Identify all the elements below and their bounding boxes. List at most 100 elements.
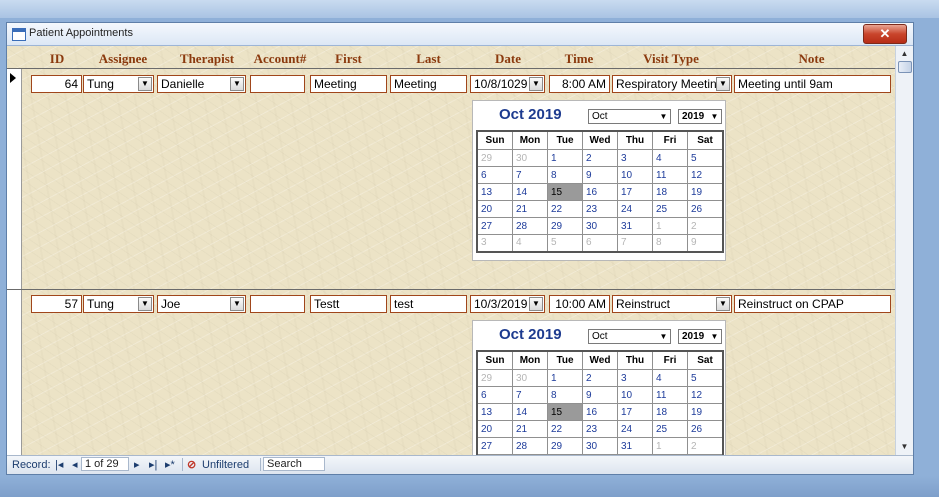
calendar-day[interactable]: 10	[617, 386, 653, 404]
calendar-day[interactable]: 8	[652, 234, 688, 253]
scroll-down-icon[interactable]: ▼	[897, 440, 912, 454]
calendar-day-highlighted[interactable]: 15	[547, 403, 583, 421]
time-field[interactable]: 8:00 AM	[549, 75, 610, 93]
calendar-day[interactable]: 30	[512, 369, 548, 387]
note-field[interactable]: Reinstruct on CPAP	[734, 295, 891, 313]
calendar-day[interactable]: 23	[582, 420, 618, 438]
last-name-field[interactable]: test	[390, 295, 467, 313]
calendar-day[interactable]: 6	[582, 234, 618, 253]
calendar-day[interactable]: 30	[582, 437, 618, 455]
calendar-day[interactable]: 17	[617, 403, 653, 421]
calendar-day[interactable]: 1	[547, 369, 583, 387]
calendar-month-select[interactable]: Oct ▼	[588, 329, 671, 344]
account-field[interactable]	[250, 295, 305, 313]
therapist-combo[interactable]: Danielle ▼	[157, 75, 246, 93]
chevron-down-icon[interactable]: ▼	[138, 77, 152, 91]
first-name-field[interactable]: Meeting	[310, 75, 387, 93]
calendar-day[interactable]: 4	[652, 149, 688, 167]
calendar-day[interactable]: 27	[476, 217, 513, 235]
calendar-day[interactable]: 14	[512, 183, 548, 201]
calendar-day[interactable]: 6	[476, 166, 513, 184]
calendar-day[interactable]: 4	[512, 234, 548, 253]
date-picker[interactable]: 10/3/2019 ▼	[470, 295, 545, 313]
calendar-day[interactable]: 7	[512, 166, 548, 184]
chevron-down-icon[interactable]: ▼	[658, 110, 669, 123]
chevron-down-icon[interactable]: ▼	[716, 297, 730, 311]
calendar-day[interactable]: 28	[512, 217, 548, 235]
calendar-day[interactable]: 26	[687, 200, 724, 218]
calendar-day[interactable]: 21	[512, 420, 548, 438]
calendar-day[interactable]: 5	[547, 234, 583, 253]
calendar-day[interactable]: 12	[687, 166, 724, 184]
chevron-down-icon[interactable]: ▼	[529, 77, 543, 91]
calendar-day[interactable]: 19	[687, 183, 724, 201]
vertical-scrollbar[interactable]: ▲ ▼	[895, 46, 913, 455]
calendar-year-select[interactable]: 2019 ▼	[678, 329, 722, 344]
chevron-down-icon[interactable]: ▼	[138, 297, 152, 311]
calendar-day[interactable]: 26	[687, 420, 724, 438]
search-input[interactable]: Search	[263, 457, 325, 471]
calendar-day[interactable]: 5	[687, 149, 724, 167]
record-selector-current[interactable]	[7, 69, 22, 312]
chevron-down-icon[interactable]: ▼	[529, 297, 543, 311]
first-record-icon[interactable]: |◂	[55, 458, 63, 472]
calendar-month-select[interactable]: Oct ▼	[588, 109, 671, 124]
chevron-down-icon[interactable]: ▼	[230, 297, 244, 311]
calendar-day[interactable]: 24	[617, 420, 653, 438]
calendar-day[interactable]: 8	[547, 386, 583, 404]
scroll-thumb[interactable]	[898, 61, 912, 73]
calendar-day[interactable]: 2	[687, 437, 724, 455]
calendar-day[interactable]: 1	[652, 217, 688, 235]
calendar-day[interactable]: 9	[582, 386, 618, 404]
visit-type-combo[interactable]: Respiratory Meetin ▼	[612, 75, 732, 93]
calendar-control[interactable]: Oct 2019 Oct ▼ 2019 ▼ Sun Mon Tue Wed Th…	[472, 320, 726, 455]
therapist-combo[interactable]: Joe ▼	[157, 295, 246, 313]
calendar-day[interactable]: 18	[652, 403, 688, 421]
filter-status[interactable]: Unfiltered	[202, 458, 249, 472]
calendar-day[interactable]: 2	[582, 369, 618, 387]
calendar-day[interactable]: 3	[476, 234, 513, 253]
calendar-day[interactable]: 20	[476, 200, 513, 218]
assignee-combo[interactable]: Tung ▼	[83, 75, 154, 93]
calendar-day[interactable]: 4	[652, 369, 688, 387]
calendar-day[interactable]: 11	[652, 386, 688, 404]
assignee-combo[interactable]: Tung ▼	[83, 295, 154, 313]
chevron-down-icon[interactable]: ▼	[716, 77, 730, 91]
chevron-down-icon[interactable]: ▼	[709, 110, 720, 123]
calendar-day[interactable]: 11	[652, 166, 688, 184]
next-record-icon[interactable]: ▸	[134, 458, 140, 472]
calendar-day[interactable]: 7	[512, 386, 548, 404]
calendar-day[interactable]: 3	[617, 149, 653, 167]
calendar-day[interactable]: 30	[582, 217, 618, 235]
calendar-day[interactable]: 6	[476, 386, 513, 404]
close-button[interactable]: ✕	[863, 24, 907, 44]
calendar-day[interactable]: 29	[476, 149, 513, 167]
calendar-day[interactable]: 21	[512, 200, 548, 218]
first-name-field[interactable]: Testt	[310, 295, 387, 313]
calendar-day[interactable]: 12	[687, 386, 724, 404]
calendar-day[interactable]: 19	[687, 403, 724, 421]
calendar-day[interactable]: 1	[652, 437, 688, 455]
new-record-icon[interactable]: ▸*	[165, 458, 175, 472]
calendar-day[interactable]: 20	[476, 420, 513, 438]
calendar-day[interactable]: 16	[582, 183, 618, 201]
calendar-day[interactable]: 29	[547, 437, 583, 455]
calendar-day[interactable]: 31	[617, 217, 653, 235]
note-field[interactable]: Meeting until 9am	[734, 75, 891, 93]
chevron-down-icon[interactable]: ▼	[230, 77, 244, 91]
calendar-year-select[interactable]: 2019 ▼	[678, 109, 722, 124]
calendar-day[interactable]: 29	[476, 369, 513, 387]
date-picker[interactable]: 10/8/1029 ▼	[470, 75, 545, 93]
record-selector[interactable]	[7, 290, 22, 455]
calendar-day[interactable]: 5	[687, 369, 724, 387]
calendar-day[interactable]: 2	[582, 149, 618, 167]
calendar-day-highlighted[interactable]: 15	[547, 183, 583, 201]
calendar-day[interactable]: 18	[652, 183, 688, 201]
account-field[interactable]	[250, 75, 305, 93]
calendar-day[interactable]: 9	[687, 234, 724, 253]
calendar-day[interactable]: 24	[617, 200, 653, 218]
chevron-down-icon[interactable]: ▼	[709, 330, 720, 343]
calendar-day[interactable]: 7	[617, 234, 653, 253]
calendar-day[interactable]: 22	[547, 420, 583, 438]
calendar-day[interactable]: 17	[617, 183, 653, 201]
